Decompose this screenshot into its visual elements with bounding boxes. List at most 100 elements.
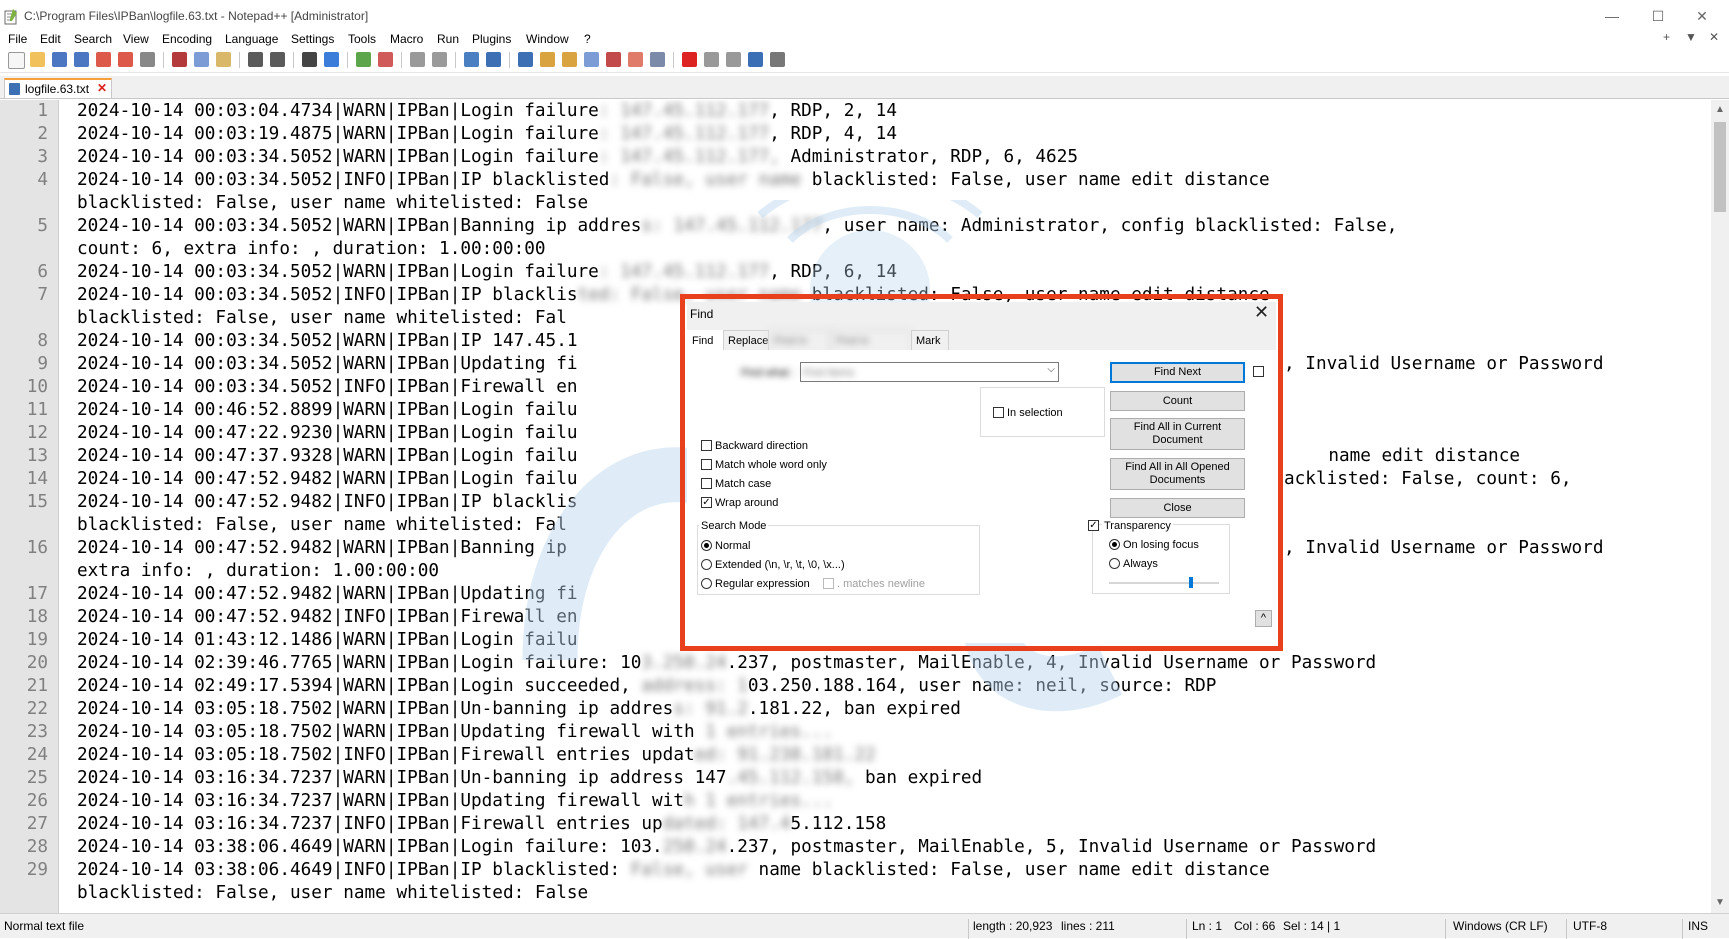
zoom-out-icon[interactable]	[378, 52, 393, 67]
monitoring-icon[interactable]	[628, 52, 643, 67]
line-text: 2024-10-14 03:05:18.7502|INFO|IPBan|Fire…	[77, 744, 876, 767]
save-all-icon[interactable]	[74, 52, 89, 67]
find-icon[interactable]	[302, 52, 317, 67]
new-file-icon[interactable]	[8, 52, 25, 69]
close-window-button[interactable]: ✕	[1682, 5, 1722, 27]
function-list-icon[interactable]	[584, 52, 599, 67]
close-all-icon[interactable]	[118, 52, 133, 67]
chevron-down-icon[interactable]: ⌵	[1047, 364, 1055, 375]
scroll-up-icon[interactable]: ▲	[1715, 104, 1725, 115]
regex-radio[interactable]	[701, 578, 712, 589]
vertical-scrollbar[interactable]: ▲ ▼	[1711, 100, 1729, 913]
match-case-checkbox[interactable]	[701, 478, 712, 489]
menu-tools[interactable]: Tools	[348, 30, 376, 48]
line-segment: 2024-10-14 03:05:18.7502|WARN|IPBan|Un-b…	[77, 699, 674, 719]
word-wrap-icon[interactable]	[464, 52, 479, 67]
menu-view[interactable]: View	[123, 30, 149, 48]
close-tab-icon[interactable]: ✕	[1709, 30, 1719, 44]
save-macro-icon[interactable]	[770, 52, 785, 67]
backward-checkbox[interactable]	[701, 440, 712, 451]
scroll-thumb[interactable]	[1714, 122, 1726, 212]
redo-icon[interactable]	[270, 52, 285, 67]
menu-bar: File Edit Search View Encoding Language …	[0, 30, 1729, 48]
line-text: 2024-10-14 00:47:37.9328|WARN|IPBan|Logi…	[77, 445, 578, 468]
undo-icon[interactable]	[248, 52, 263, 67]
status-file-type: Normal text file	[4, 919, 85, 933]
maximize-button[interactable]: ☐	[1638, 5, 1678, 27]
find-all-current-button[interactable]: Find All in Current Document	[1110, 418, 1245, 450]
menu-help[interactable]: ?	[584, 30, 591, 48]
zoom-in-icon[interactable]	[356, 52, 371, 67]
line-text: 2024-10-14 03:05:18.7502|WARN|IPBan|Upda…	[77, 721, 833, 744]
run-macro-multiple-icon[interactable]	[748, 52, 763, 67]
menu-settings[interactable]: Settings	[291, 30, 334, 48]
sync-horizontal-icon[interactable]	[432, 52, 447, 67]
line-number: 5	[37, 216, 48, 236]
count-button[interactable]: Count	[1110, 391, 1245, 411]
play-macro-icon[interactable]	[726, 52, 741, 67]
save-icon[interactable]	[52, 52, 67, 67]
line-number: 16	[26, 538, 48, 558]
tab-logfile[interactable]: logfile.63.txt ✕	[4, 78, 112, 98]
find-what-combo[interactable]: ⌵	[800, 362, 1059, 383]
menu-macro[interactable]: Macro	[390, 30, 423, 48]
close-file-icon[interactable]	[96, 52, 111, 67]
wrap-around-checkbox[interactable]: ✓	[701, 497, 712, 508]
tab-find-in-projects[interactable]: Find in Projects	[831, 330, 911, 367]
print-icon[interactable]	[140, 52, 155, 67]
always-radio[interactable]	[1109, 558, 1120, 569]
find-what-input[interactable]	[801, 363, 1040, 383]
replace-icon[interactable]	[324, 52, 339, 67]
open-file-icon[interactable]	[30, 52, 45, 67]
normal-radio[interactable]	[701, 540, 712, 551]
tab-mark[interactable]: Mark	[911, 330, 949, 350]
scroll-down-icon[interactable]: ▼	[1715, 897, 1725, 908]
line-text: blacklisted: False, user name whiteliste…	[77, 514, 567, 537]
line-number: 8	[37, 331, 48, 351]
transparency-checkbox[interactable]: ✓	[1088, 520, 1099, 531]
tab-list-icon[interactable]: ▼	[1685, 30, 1697, 44]
slider-thumb[interactable]	[1189, 577, 1193, 588]
find-next-button[interactable]: Find Next	[1110, 362, 1245, 383]
minimize-button[interactable]: —	[1592, 5, 1632, 27]
record-macro-icon[interactable]	[682, 52, 697, 67]
sync-vertical-icon[interactable]	[410, 52, 425, 67]
find-next-option-checkbox[interactable]	[1253, 366, 1264, 377]
on-losing-focus-radio[interactable]	[1109, 539, 1120, 550]
user-language-icon[interactable]	[540, 52, 555, 67]
menu-search[interactable]: Search	[74, 30, 112, 48]
menu-run[interactable]: Run	[437, 30, 459, 48]
stop-macro-icon[interactable]	[704, 52, 719, 67]
extended-radio[interactable]	[701, 559, 712, 570]
tab-find-in-files[interactable]: Find in Files	[769, 330, 831, 367]
line-segment: 2024-10-14 00:46:52.8899|WARN|IPBan|Logi…	[77, 400, 578, 420]
paste-icon[interactable]	[216, 52, 231, 67]
transparency-slider[interactable]	[1109, 577, 1219, 589]
new-tab-icon[interactable]: +	[1663, 30, 1670, 44]
menu-file[interactable]: File	[8, 30, 27, 48]
cut-icon[interactable]	[172, 52, 187, 67]
document-map-icon[interactable]	[562, 52, 577, 67]
menu-edit[interactable]: Edit	[40, 30, 61, 48]
indent-guide-icon[interactable]	[518, 52, 533, 67]
in-selection-checkbox[interactable]	[993, 407, 1004, 418]
show-all-chars-icon[interactable]	[486, 52, 501, 67]
tab-replace[interactable]: Replace	[723, 330, 769, 350]
dialog-close-icon[interactable]: ✕	[1254, 302, 1269, 323]
find-all-opened-button[interactable]: Find All in All Opened Documents	[1110, 458, 1245, 490]
tab-find[interactable]: Find	[687, 330, 723, 350]
close-icon[interactable]: ✕	[97, 81, 107, 95]
line-segment: 2024-10-14 00:03:34.5052|WARN|IPBan|Upda…	[77, 354, 578, 374]
close-button[interactable]: Close	[1110, 498, 1245, 518]
menu-language[interactable]: Language	[225, 30, 278, 48]
whole-word-checkbox[interactable]	[701, 459, 712, 470]
copy-icon[interactable]	[194, 52, 209, 67]
line-text: 2024-10-14 00:47:52.9482|WARN|IPBan|Logi…	[77, 468, 578, 491]
eye-icon[interactable]	[650, 52, 665, 67]
menu-encoding[interactable]: Encoding	[162, 30, 212, 48]
line-segment: 2024-10-14 00:03:19.4875|WARN|IPBan|Logi…	[77, 124, 599, 144]
folder-workspace-icon[interactable]	[606, 52, 621, 67]
collapse-dialog-button[interactable]: ^	[1255, 610, 1272, 627]
menu-plugins[interactable]: Plugins	[472, 30, 511, 48]
menu-window[interactable]: Window	[526, 30, 569, 48]
